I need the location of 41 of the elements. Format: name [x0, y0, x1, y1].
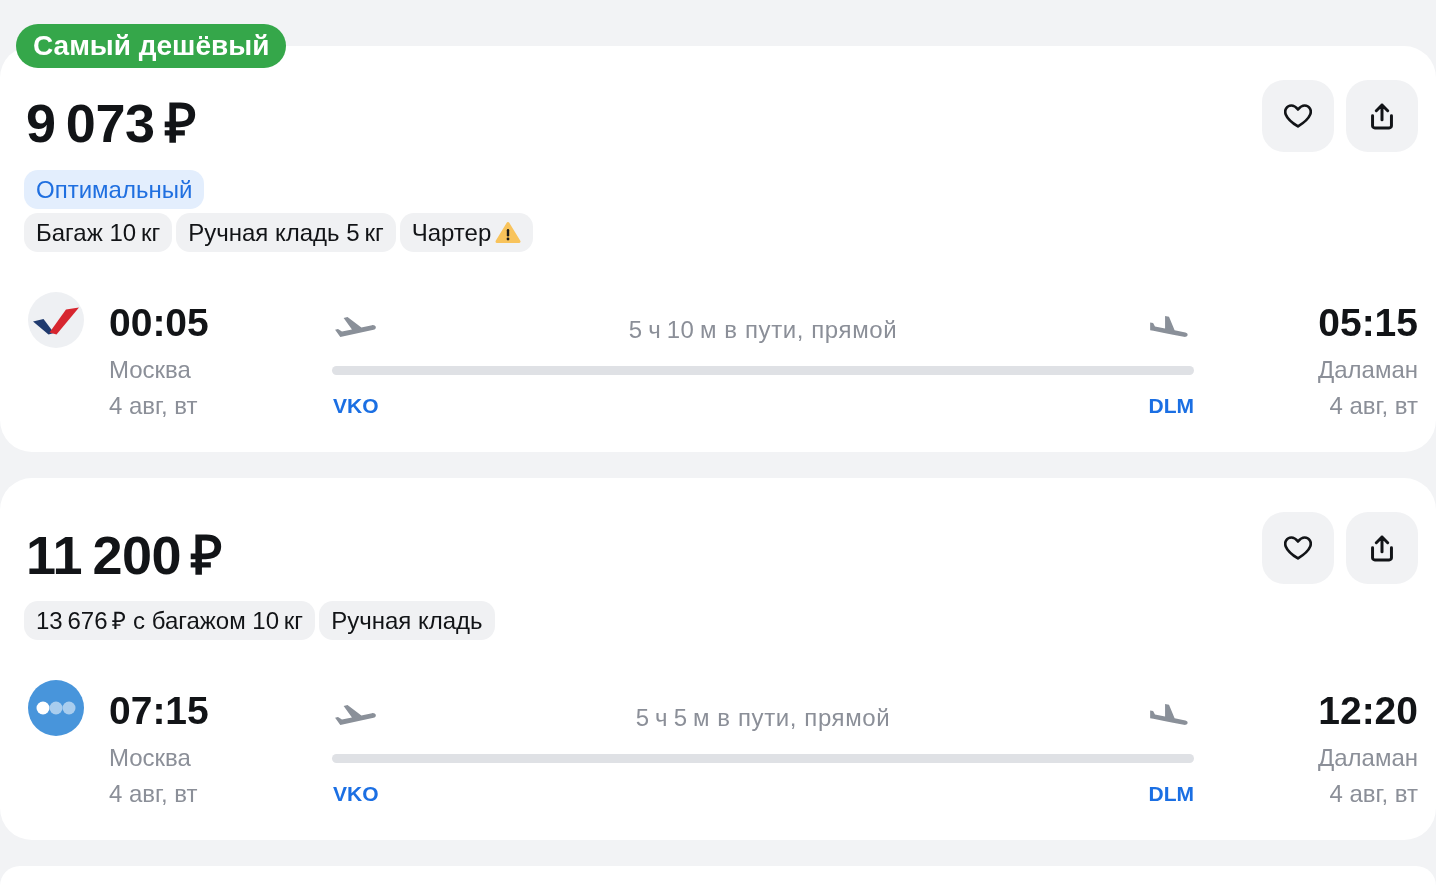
share-icon — [1370, 102, 1394, 130]
departure-time: 07:15 — [109, 691, 209, 730]
ticket-price: 11 200 ₽ — [26, 528, 222, 582]
plane-landing-icon — [1150, 316, 1188, 338]
plane-takeoff-icon — [334, 704, 376, 726]
ticket-price: 9 073 ₽ — [26, 96, 196, 150]
fare-tag-label: Ручная кладь — [331, 606, 483, 635]
arrival-city: Даламан — [1317, 743, 1418, 773]
flight-duration: 5 ч 5 м в пути, прямой — [635, 703, 891, 733]
arrival-date: 4 авг, вт — [1329, 391, 1418, 421]
rating-tag: Оптимальный — [24, 170, 205, 209]
fare-tag-label: Чартер — [411, 218, 492, 247]
result-card[interactable]: 11 200 ₽ 13 676 ₽ с багажом 10 кг Ручная кладь 07:15 Москва 4 авг, вт 5 ч 5 м в пути, прямой VKO DLM 12:20 Даламан 4 авг, вт — [0, 478, 1436, 840]
share-button[interactable] — [1346, 512, 1418, 584]
favorite-button[interactable] — [1262, 80, 1334, 152]
arrival-date: 4 авг, вт — [1329, 779, 1418, 809]
share-button[interactable] — [1346, 80, 1418, 152]
arrival-city: Даламан — [1317, 355, 1418, 385]
arrival-airport-code: DLM — [1148, 781, 1194, 806]
fare-tag-label: 13 676 ₽ с багажом 10 кг — [36, 606, 304, 635]
departure-date: 4 авг, вт — [109, 779, 198, 809]
departure-city: Москва — [109, 743, 191, 773]
departure-airport-code: VKO — [332, 393, 379, 418]
swoosh-logo-icon — [28, 292, 84, 348]
warning-icon — [495, 221, 522, 244]
share-icon — [1370, 534, 1394, 562]
arrival-time: 05:15 — [1318, 303, 1418, 342]
departure-airport-code: VKO — [332, 781, 379, 806]
departure-city: Москва — [109, 355, 191, 385]
cheapest-label: Самый дешёвый — [16, 24, 287, 68]
plane-takeoff-icon — [334, 316, 376, 338]
departure-date: 4 авг, вт — [109, 391, 198, 421]
fare-tag-label: Ручная кладь 5 кг — [188, 218, 384, 247]
fare-tag-label: Багаж 10 кг — [36, 218, 161, 247]
arrival-time: 12:20 — [1318, 691, 1418, 730]
departure-time: 00:05 — [109, 303, 209, 342]
flight-duration: 5 ч 10 м в пути, прямой — [628, 315, 898, 345]
dots-logo-icon — [28, 680, 84, 736]
arrival-airport-code: DLM — [1148, 393, 1194, 418]
favorite-button[interactable] — [1262, 512, 1334, 584]
plane-landing-icon — [1150, 704, 1188, 726]
